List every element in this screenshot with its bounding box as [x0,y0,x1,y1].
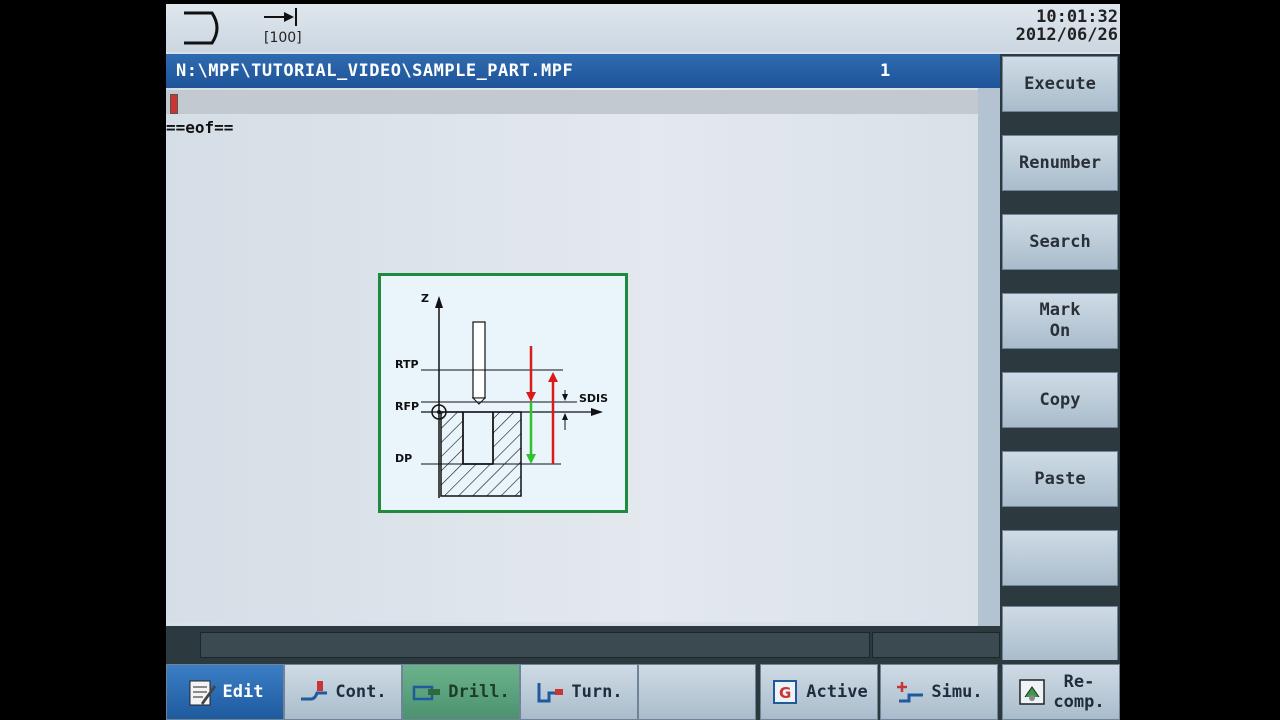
simulation-icon [897,682,924,703]
softkey-active-g-codes[interactable]: G Active [760,664,878,720]
channel-number: 1 [880,61,891,81]
softkey-copy[interactable]: Copy [1002,372,1118,428]
softkey-execute[interactable]: Execute [1002,56,1118,112]
softkey-empty-8[interactable] [1002,606,1118,662]
text-cursor [170,94,178,114]
rtp-label: RTP [395,358,419,371]
program-path-bar: N:\MPF\TUTORIAL_VIDEO\SAMPLE_PART.MPF 1 [166,54,1000,88]
clock: 10:01:32 2012/06/26 [1016,8,1118,44]
current-line[interactable] [166,90,978,114]
z-axis-label: Z [421,292,429,305]
edit-icon [189,680,216,706]
softkey-drilling[interactable]: Drill. [402,664,520,720]
softkey-mark-on[interactable]: Mark On [1002,293,1118,349]
softkey-paste[interactable]: Paste [1002,451,1118,507]
softkey-recompile[interactable]: Re- comp. [1002,664,1120,720]
softkey-turning[interactable]: Turn. [520,664,638,720]
chuck-icon [184,11,219,45]
softkey-simulation[interactable]: Simu. [880,664,998,720]
softkey-recompile-label: Re- comp. [1053,672,1105,712]
g-code-icon: G [773,680,798,704]
softkey-empty-7[interactable] [1002,530,1118,586]
vertical-softkey-bar: Execute Renumber Search Mark On Copy Pas… [1000,54,1120,662]
svg-text:G: G [779,684,791,702]
drilling-help-figure: Z RTP RFP DP SDIS [378,273,628,513]
editor-scrollbar[interactable] [978,88,1000,626]
contour-icon [301,681,328,701]
clock-date: 2012/06/26 [1015,25,1118,45]
drill-icon [413,685,441,701]
cnc-screen: [100] 10:01:32 2012/06/26 N:\MPF\TUTORIA… [166,4,1120,720]
softkey-edit[interactable]: Edit [166,664,284,720]
horizontal-softkey-bar: Edit Cont. Drill. Turn. G Active Simu. R… [166,660,1120,720]
program-path: N:\MPF\TUTORIAL_VIDEO\SAMPLE_PART.MPF [176,61,574,81]
dialog-line [166,626,1000,660]
end-of-file-marker: ==eof== [166,118,234,137]
dialog-message-area [200,632,870,658]
dialog-status-area [872,632,1000,658]
sdis-label: SDIS [579,392,608,405]
softkey-empty[interactable] [638,664,756,720]
recompile-icon [1019,679,1046,705]
dp-label: DP [395,452,412,465]
feed-override-icon [264,8,297,26]
top-status-bar: [100] 10:01:32 2012/06/26 [166,4,1120,52]
softkey-active-label: Active [806,682,868,702]
softkey-renumber[interactable]: Renumber [1002,135,1118,191]
softkey-search[interactable]: Search [1002,214,1118,270]
clock-time: 10:01:32 [1036,7,1118,27]
softkey-drilling-label: Drill. [448,682,510,702]
drilling-diagram: Z RTP RFP DP SDIS [395,292,608,498]
softkey-turning-label: Turn. [571,682,623,702]
softkey-contour[interactable]: Cont. [284,664,402,720]
turn-icon [537,683,564,703]
feed-override-value: [100] [264,30,302,46]
softkey-simulation-label: Simu. [931,682,983,702]
rfp-label: RFP [395,400,419,413]
softkey-edit-label: Edit [222,682,264,702]
softkey-contour-label: Cont. [335,682,387,702]
